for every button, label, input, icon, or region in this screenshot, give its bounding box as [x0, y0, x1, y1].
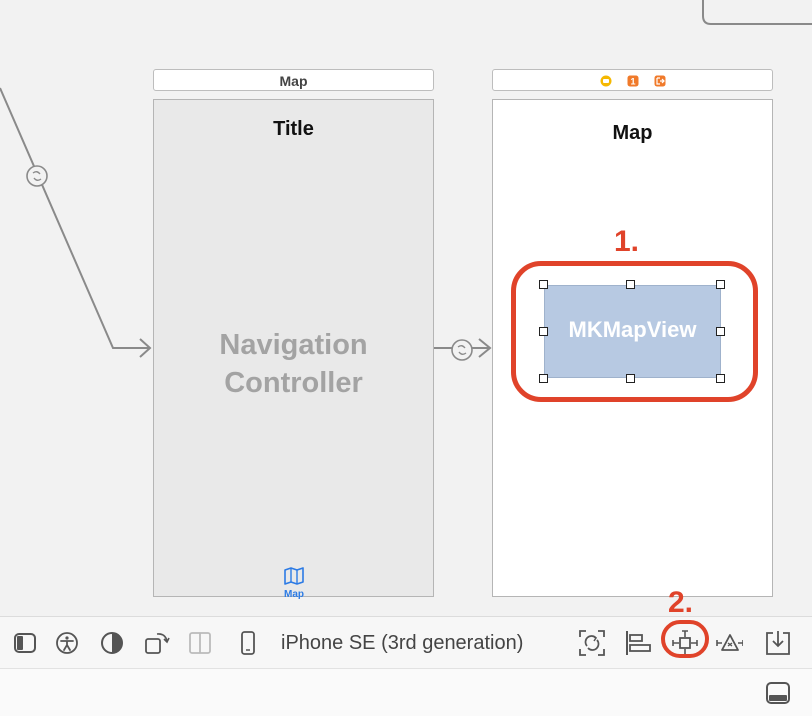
- appearance-button[interactable]: [98, 629, 126, 657]
- embed-in-button[interactable]: [764, 629, 792, 657]
- navigation-controller-scene[interactable]: Title Navigation Controller Map: [153, 99, 434, 600]
- scene-dock-navigation[interactable]: Map: [153, 69, 434, 91]
- segue-icon[interactable]: [25, 164, 49, 188]
- view-controller-icon[interactable]: [600, 75, 612, 87]
- size-class-button[interactable]: [186, 629, 214, 657]
- appearance-icon: [101, 632, 123, 654]
- scene-dock-map[interactable]: 1: [492, 69, 773, 91]
- embed-in-icon: [766, 631, 790, 655]
- annotation-highlight-mapview: [511, 261, 758, 402]
- debug-area-bar: [0, 668, 812, 716]
- placeholder-line: Navigation: [219, 329, 368, 361]
- update-frames-button[interactable]: [578, 629, 606, 657]
- annotation-step-1: 1.: [614, 225, 640, 258]
- navigation-bar-title: Map: [612, 122, 653, 144]
- accessibility-button[interactable]: [53, 629, 81, 657]
- placeholder-line: Controller: [224, 367, 363, 399]
- accessibility-icon: [56, 632, 78, 654]
- toggle-debug-area-button[interactable]: [764, 679, 792, 707]
- device-name-label[interactable]: iPhone SE (3rd generation): [281, 632, 523, 655]
- map-icon: [284, 567, 304, 585]
- orientation-icon: [145, 633, 170, 654]
- annotation-highlight-add-constraints: [661, 620, 709, 658]
- navigation-bar-title: Title: [273, 118, 314, 140]
- align-button[interactable]: [624, 629, 652, 657]
- size-class-icon: [189, 632, 211, 654]
- tab-bar-item-map[interactable]: Map: [274, 566, 314, 600]
- device-icon: [241, 631, 255, 655]
- resolve-layout-issues-icon: [716, 634, 743, 651]
- first-responder-badge: 1: [630, 77, 635, 87]
- document-outline-icon: [14, 633, 36, 653]
- storyboard-canvas[interactable]: Map Title Navigation Controller Map 1 Ma…: [0, 0, 812, 619]
- annotation-step-2: 2.: [668, 586, 694, 619]
- tab-bar-item-label: Map: [284, 589, 304, 600]
- navigation-controller-placeholder: Navigation Controller: [154, 326, 433, 402]
- resolve-auto-layout-issues-button[interactable]: [715, 629, 743, 657]
- device-button[interactable]: [234, 629, 262, 657]
- first-responder-icon[interactable]: 1: [627, 75, 639, 87]
- debug-area-icon: [766, 682, 790, 704]
- segue-icon[interactable]: [450, 338, 474, 362]
- exit-icon[interactable]: [654, 75, 666, 87]
- document-outline-button[interactable]: [11, 629, 39, 657]
- update-frames-icon: [579, 630, 605, 656]
- scene-dock-title: Map: [279, 73, 308, 89]
- orientation-button[interactable]: [143, 629, 171, 657]
- align-icon: [626, 631, 651, 655]
